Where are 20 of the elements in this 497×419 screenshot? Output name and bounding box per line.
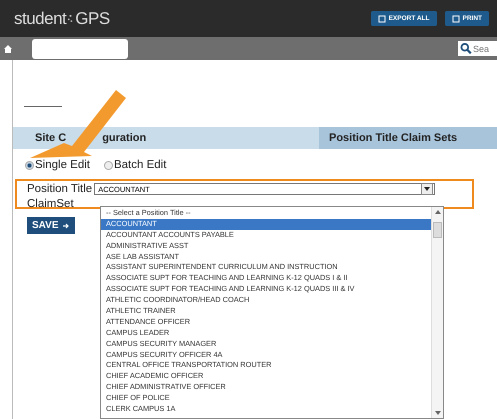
radio-button[interactable] [25, 160, 34, 170]
tab-label: Site C [35, 132, 66, 144]
logo: student GPS [14, 8, 110, 28]
arrow-right-icon [62, 222, 70, 228]
search-field[interactable]: Sea [473, 41, 497, 56]
field-label: Position Title [27, 183, 92, 195]
search-icon[interactable] [458, 41, 473, 56]
scroll-down-icon[interactable] [434, 411, 440, 415]
home-icon[interactable] [4, 44, 12, 52]
save-button[interactable]: SAVE [27, 217, 74, 234]
caret-icon [421, 183, 434, 195]
scrollbar[interactable] [431, 207, 443, 418]
radio-option[interactable]: Single Edit [25, 159, 90, 171]
radio-button[interactable] [104, 160, 113, 170]
tab[interactable]: Site C guration [13, 127, 319, 149]
radio-option[interactable]: Batch Edit [104, 159, 166, 171]
scroll-up-icon[interactable] [434, 210, 440, 214]
tab-label: guration [102, 132, 146, 144]
tab[interactable]: Position Title Claim Sets [319, 127, 497, 149]
scrollbar-thumb[interactable] [433, 222, 442, 238]
